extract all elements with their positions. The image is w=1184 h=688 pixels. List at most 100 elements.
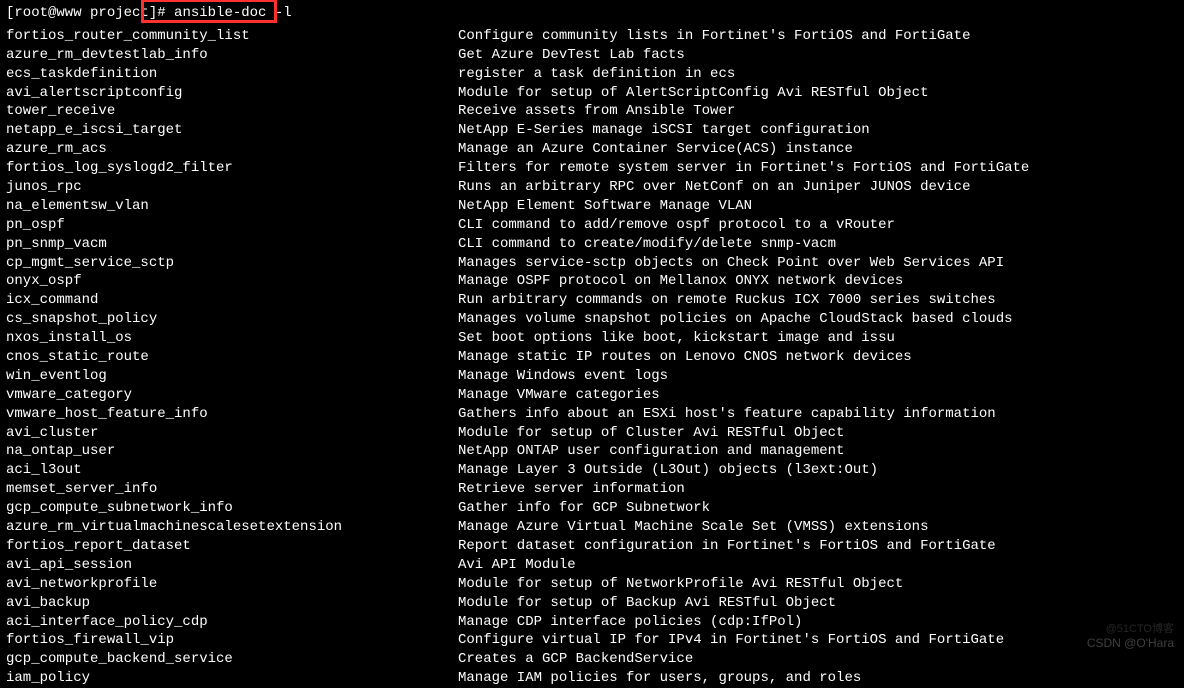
module-row: azure_rm_virtualmachinescalesetextension… — [6, 518, 1178, 537]
module-desc: Get Azure DevTest Lab facts — [458, 46, 1178, 65]
module-desc: Receive assets from Ansible Tower — [458, 102, 1178, 121]
module-name: avi_alertscriptconfig — [6, 84, 458, 103]
prompt-space — [166, 4, 174, 23]
module-name: azure_rm_devtestlab_info — [6, 46, 458, 65]
module-name: aci_interface_policy_cdp — [6, 613, 458, 632]
module-row: avi_backupModule for setup of Backup Avi… — [6, 594, 1178, 613]
module-row: azure_rm_acsManage an Azure Container Se… — [6, 140, 1178, 159]
module-row: cs_snapshot_policyManages volume snapsho… — [6, 310, 1178, 329]
module-row: memset_server_infoRetrieve server inform… — [6, 480, 1178, 499]
module-row: gcp_compute_subnetwork_infoGather info f… — [6, 499, 1178, 518]
module-row: gcp_compute_backend_serviceCreates a GCP… — [6, 650, 1178, 669]
module-desc: Creates a GCP BackendService — [458, 650, 1178, 669]
module-row: fortios_log_syslogd2_filterFilters for r… — [6, 159, 1178, 178]
watermark-bottom: CSDN @O'Hara — [1087, 636, 1174, 652]
module-name: fortios_report_dataset — [6, 537, 458, 556]
module-desc: Runs an arbitrary RPC over NetConf on an… — [458, 178, 1178, 197]
module-name: netapp_e_iscsi_target — [6, 121, 458, 140]
module-name: fortios_firewall_vip — [6, 631, 458, 650]
module-row: iam_policyManage IAM policies for users,… — [6, 669, 1178, 688]
module-name: avi_api_session — [6, 556, 458, 575]
module-name: nxos_install_os — [6, 329, 458, 348]
module-desc: Run arbitrary commands on remote Ruckus … — [458, 291, 1178, 310]
module-name: avi_cluster — [6, 424, 458, 443]
module-row: onyx_ospfManage OSPF protocol on Mellano… — [6, 272, 1178, 291]
module-name: gcp_compute_subnetwork_info — [6, 499, 458, 518]
module-row: pn_ospfCLI command to add/remove ospf pr… — [6, 216, 1178, 235]
module-desc: Manages volume snapshot policies on Apac… — [458, 310, 1178, 329]
module-row: avi_api_sessionAvi API Module — [6, 556, 1178, 575]
module-row: nxos_install_osSet boot options like boo… — [6, 329, 1178, 348]
module-row: aci_l3outManage Layer 3 Outside (L3Out) … — [6, 461, 1178, 480]
module-name: vmware_category — [6, 386, 458, 405]
module-row: fortios_firewall_vipConfigure virtual IP… — [6, 631, 1178, 650]
prompt-hash: # — [157, 4, 165, 23]
module-name: memset_server_info — [6, 480, 458, 499]
module-row: junos_rpcRuns an arbitrary RPC over NetC… — [6, 178, 1178, 197]
module-name: cp_mgmt_service_sctp — [6, 254, 458, 273]
module-name: fortios_log_syslogd2_filter — [6, 159, 458, 178]
watermark-top: @51CTO博客 — [1087, 622, 1174, 636]
module-row: vmware_host_feature_infoGathers info abo… — [6, 405, 1178, 424]
prompt-command: ansible-doc -l — [174, 4, 292, 23]
module-name: onyx_ospf — [6, 272, 458, 291]
module-list: fortios_router_community_listConfigure c… — [6, 27, 1178, 688]
module-name: avi_backup — [6, 594, 458, 613]
module-name: na_ontap_user — [6, 442, 458, 461]
module-name: vmware_host_feature_info — [6, 405, 458, 424]
module-desc: CLI command to add/remove ospf protocol … — [458, 216, 1178, 235]
module-desc: NetApp E-Series manage iSCSI target conf… — [458, 121, 1178, 140]
module-desc: Filters for remote system server in Fort… — [458, 159, 1178, 178]
module-desc: Gather info for GCP Subnetwork — [458, 499, 1178, 518]
module-desc: Manages service-sctp objects on Check Po… — [458, 254, 1178, 273]
module-desc: Configure virtual IP for IPv4 in Fortine… — [458, 631, 1178, 650]
module-desc: Gathers info about an ESXi host's featur… — [458, 405, 1178, 424]
module-desc: Module for setup of Cluster Avi RESTful … — [458, 424, 1178, 443]
module-name: icx_command — [6, 291, 458, 310]
module-name: junos_rpc — [6, 178, 458, 197]
module-row: azure_rm_devtestlab_infoGet Azure DevTes… — [6, 46, 1178, 65]
module-desc: Module for setup of AlertScriptConfig Av… — [458, 84, 1178, 103]
module-name: avi_networkprofile — [6, 575, 458, 594]
module-desc: Manage VMware categories — [458, 386, 1178, 405]
module-name: cnos_static_route — [6, 348, 458, 367]
module-name: tower_receive — [6, 102, 458, 121]
module-row: avi_networkprofileModule for setup of Ne… — [6, 575, 1178, 594]
module-row: ecs_taskdefinitionregister a task defini… — [6, 65, 1178, 84]
module-desc: Manage Windows event logs — [458, 367, 1178, 386]
module-name: na_elementsw_vlan — [6, 197, 458, 216]
module-desc: Module for setup of Backup Avi RESTful O… — [458, 594, 1178, 613]
module-desc: CLI command to create/modify/delete snmp… — [458, 235, 1178, 254]
module-name: pn_ospf — [6, 216, 458, 235]
module-row: avi_clusterModule for setup of Cluster A… — [6, 424, 1178, 443]
module-row: vmware_categoryManage VMware categories — [6, 386, 1178, 405]
module-desc: NetApp ONTAP user configuration and mana… — [458, 442, 1178, 461]
module-desc: Manage IAM policies for users, groups, a… — [458, 669, 1178, 688]
module-row: cp_mgmt_service_sctpManages service-sctp… — [6, 254, 1178, 273]
module-name: cs_snapshot_policy — [6, 310, 458, 329]
module-desc: Module for setup of NetworkProfile Avi R… — [458, 575, 1178, 594]
module-name: fortios_router_community_list — [6, 27, 458, 46]
module-row: aci_interface_policy_cdpManage CDP inter… — [6, 613, 1178, 632]
module-row: pn_snmp_vacmCLI command to create/modify… — [6, 235, 1178, 254]
module-desc: Configure community lists in Fortinet's … — [458, 27, 1178, 46]
module-desc: NetApp Element Software Manage VLAN — [458, 197, 1178, 216]
module-row: fortios_router_community_listConfigure c… — [6, 27, 1178, 46]
module-desc: Report dataset configuration in Fortinet… — [458, 537, 1178, 556]
module-row: icx_commandRun arbitrary commands on rem… — [6, 291, 1178, 310]
shell-prompt[interactable]: [root@www project] # ansible-doc -l — [6, 4, 1178, 23]
module-name: pn_snmp_vacm — [6, 235, 458, 254]
module-desc: Manage static IP routes on Lenovo CNOS n… — [458, 348, 1178, 367]
module-name: aci_l3out — [6, 461, 458, 480]
prompt-user-host: [root@www project] — [6, 4, 157, 23]
module-name: win_eventlog — [6, 367, 458, 386]
module-desc: Avi API Module — [458, 556, 1178, 575]
module-desc: register a task definition in ecs — [458, 65, 1178, 84]
module-desc: Retrieve server information — [458, 480, 1178, 499]
module-row: na_elementsw_vlanNetApp Element Software… — [6, 197, 1178, 216]
module-name: azure_rm_virtualmachinescalesetextension — [6, 518, 458, 537]
module-desc: Manage Azure Virtual Machine Scale Set (… — [458, 518, 1178, 537]
module-name: ecs_taskdefinition — [6, 65, 458, 84]
module-desc: Manage OSPF protocol on Mellanox ONYX ne… — [458, 272, 1178, 291]
module-row: win_eventlogManage Windows event logs — [6, 367, 1178, 386]
